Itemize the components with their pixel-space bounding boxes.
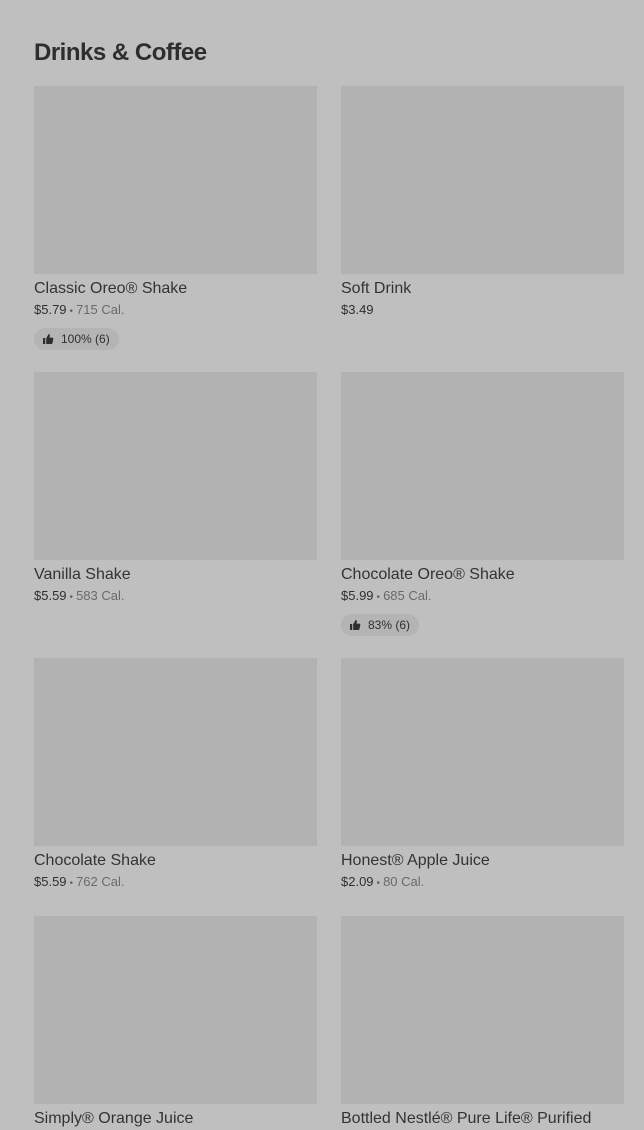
menu-item-price: $5.59 — [34, 588, 67, 603]
menu-item-calories: 80 Cal. — [383, 874, 425, 889]
menu-item-image[interactable] — [341, 372, 624, 560]
menu-item-card[interactable]: Soft Drink $3.49 — [341, 86, 624, 319]
menu-item-meta: $5.59 • 762 Cal. — [34, 873, 317, 893]
menu-item-image[interactable] — [34, 916, 317, 1104]
menu-item-title: Chocolate Oreo® Shake — [341, 566, 515, 583]
menu-item-card[interactable]: Simply® Orange Juice — [34, 916, 317, 1130]
meta-separator: • — [376, 592, 381, 603]
meta-separator: • — [376, 878, 381, 889]
menu-item-image[interactable] — [34, 658, 317, 846]
menu-item-meta: $3.49 — [341, 301, 624, 319]
menu-item-title: Vanilla Shake — [34, 566, 131, 583]
menu-item-meta: $5.79 • 715 Cal. — [34, 301, 317, 321]
menu-item-title: Chocolate Shake — [34, 852, 156, 869]
menu-item-calories: 762 Cal. — [76, 874, 125, 889]
thumbs-up-icon — [42, 333, 54, 345]
menu-item-card[interactable]: Classic Oreo® Shake $5.79 • 715 Cal. 100% … — [34, 86, 317, 350]
menu-item-title: Honest® Apple Juice — [341, 852, 490, 869]
meta-separator: • — [69, 878, 74, 889]
menu-item-card[interactable]: Vanilla Shake $5.59 • 583 Cal. — [34, 372, 317, 607]
menu-item-price: $5.79 — [34, 302, 67, 317]
thumbs-up-icon — [349, 619, 361, 631]
rating-text: 100% (6) — [61, 332, 110, 346]
meta-separator: • — [69, 592, 74, 603]
rating-badge: 100% (6) — [34, 328, 119, 350]
menu-item-title: Classic Oreo® Shake — [34, 280, 188, 297]
menu-item-image[interactable] — [341, 658, 624, 846]
rating-text: 83% (6) — [368, 618, 411, 632]
menu-item-meta: $2.09 • 80 Cal. — [341, 873, 624, 893]
menu-item-card[interactable]: Honest® Apple Juice $2.09 • 80 Cal. — [341, 658, 624, 893]
menu-item-card[interactable]: Chocolate Shake $5.59 • 762 Cal. — [34, 658, 317, 893]
menu-item-price: $5.59 — [34, 874, 67, 889]
menu-item-price: $3.49 — [341, 302, 374, 317]
menu-item-calories: 715 Cal. — [76, 302, 125, 317]
menu-item-calories: 583 Cal. — [76, 588, 125, 603]
menu-item-card[interactable]: Bottled Nestlé® Pure Life® Purified — [341, 916, 624, 1130]
section-title: Drinks & Coffee — [34, 39, 207, 66]
menu-item-calories: 685 Cal. — [383, 588, 432, 603]
menu-item-card[interactable]: Chocolate Oreo® Shake $5.99 • 685 Cal. 83%… — [341, 372, 624, 636]
rating-badge: 83% (6) — [341, 614, 420, 636]
menu-item-meta: $5.99 • 685 Cal. — [341, 587, 624, 607]
meta-separator: • — [69, 306, 74, 317]
menu-item-image[interactable] — [34, 86, 317, 274]
menu-item-title: Soft Drink — [341, 280, 412, 297]
menu-item-image[interactable] — [34, 372, 317, 560]
menu-item-price: $5.99 — [341, 588, 374, 603]
menu-item-meta: $5.59 • 583 Cal. — [34, 587, 317, 607]
menu-item-image[interactable] — [341, 916, 624, 1104]
menu-item-image[interactable] — [341, 86, 624, 274]
menu-item-price: $2.09 — [341, 874, 374, 889]
